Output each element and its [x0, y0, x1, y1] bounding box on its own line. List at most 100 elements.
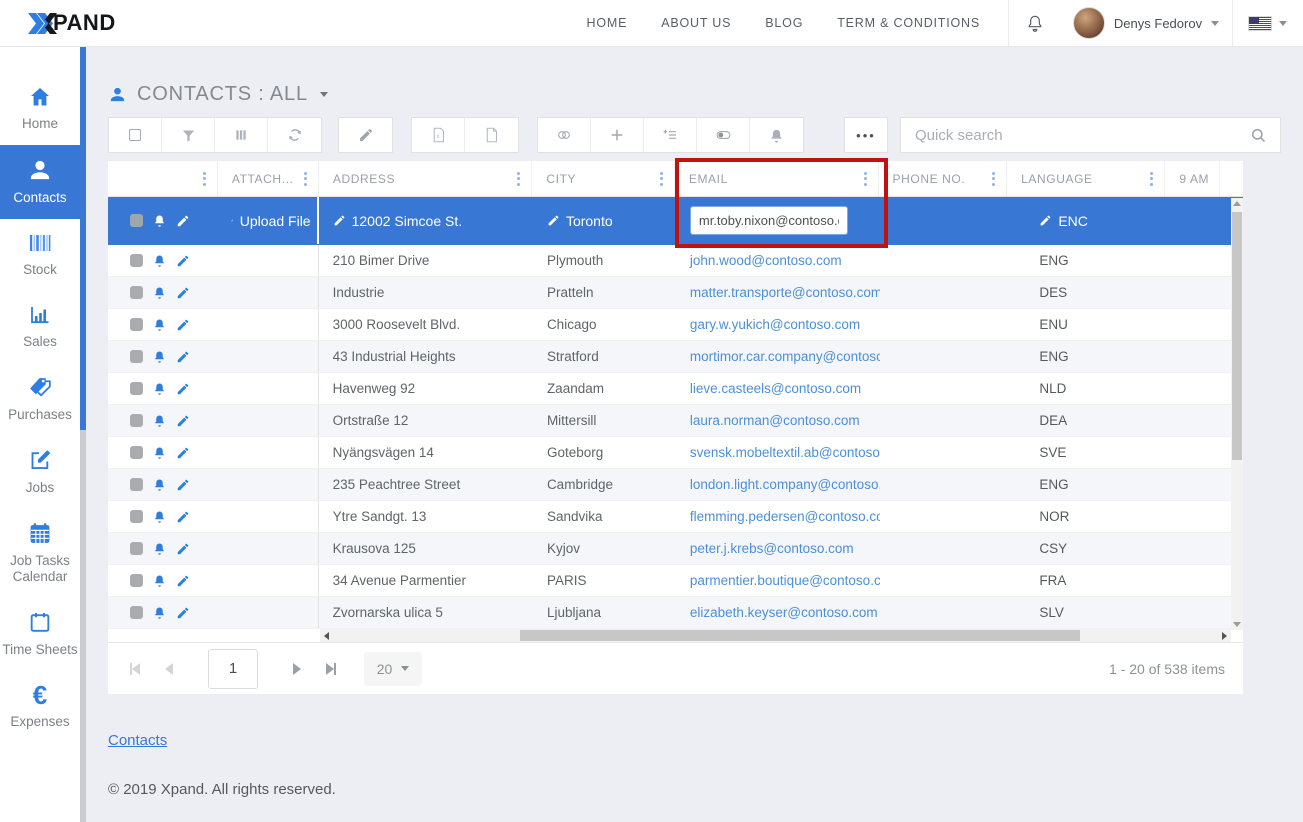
edit-icon[interactable] — [176, 350, 190, 364]
search-input[interactable] — [915, 127, 1249, 144]
refresh-button[interactable] — [268, 118, 321, 152]
first-page-button[interactable] — [118, 652, 152, 686]
email-link[interactable]: lieve.casteels@contoso.com — [690, 381, 861, 396]
table-row[interactable]: Krausova 125 Kyjov peter.j.krebs@contoso… — [108, 533, 1243, 565]
column-header-phone[interactable]: PHONE NO. — [878, 161, 1007, 196]
email-edit-input[interactable] — [690, 206, 848, 235]
row-checkbox[interactable] — [130, 414, 143, 427]
email-link[interactable]: parmentier.boutique@contoso.com — [690, 573, 880, 588]
sidebar-item-sales[interactable]: Sales — [0, 291, 80, 363]
email-link[interactable]: mortimor.car.company@contoso.com — [690, 349, 880, 364]
page-size-dropdown[interactable]: 20 — [364, 652, 422, 686]
sidebar-item-job-tasks-calendar[interactable]: Job Tasks Calendar — [0, 509, 80, 598]
edit-button[interactable] — [339, 118, 392, 152]
edit-icon[interactable] — [176, 318, 190, 332]
email-link[interactable]: matter.transporte@contoso.com — [690, 285, 880, 300]
table-row[interactable]: Ytre Sandgt. 13 Sandvika flemming.peders… — [108, 501, 1243, 533]
table-row[interactable]: Ortstraße 12 Mittersill laura.norman@con… — [108, 405, 1243, 437]
column-header-icons[interactable] — [108, 161, 217, 196]
email-link[interactable]: laura.norman@contoso.com — [690, 413, 860, 428]
sidebar-item-stock[interactable]: Stock — [0, 219, 80, 291]
bell-icon[interactable] — [152, 445, 167, 460]
sidebar-item-home[interactable]: Home — [0, 73, 80, 145]
table-row[interactable]: Industrie Pratteln matter.transporte@con… — [108, 277, 1243, 309]
sidebar-item-jobs[interactable]: Jobs — [0, 436, 80, 509]
bell-icon[interactable] — [152, 509, 167, 524]
row-checkbox[interactable] — [130, 350, 143, 363]
bell-icon[interactable] — [152, 477, 167, 492]
edit-icon[interactable] — [176, 542, 190, 556]
table-row[interactable]: Nyängsvägen 14 Goteborg svensk.mobeltext… — [108, 437, 1243, 469]
reminders-button[interactable] — [750, 118, 803, 152]
row-checkbox[interactable] — [130, 318, 143, 331]
edit-icon[interactable] — [176, 254, 190, 268]
edit-icon[interactable] — [176, 606, 190, 620]
table-row[interactable]: 210 Bimer Drive Plymouth john.wood@conto… — [108, 245, 1243, 277]
column-menu-icon[interactable] — [862, 168, 869, 190]
bell-icon[interactable] — [152, 541, 167, 556]
nav-blog[interactable]: BLOG — [765, 16, 803, 30]
attach-cell[interactable]: Upload File — [240, 213, 311, 229]
edit-icon[interactable] — [176, 478, 190, 492]
column-menu-icon[interactable] — [201, 168, 208, 190]
export-excel-button[interactable]: x — [412, 118, 465, 152]
horizontal-scrollbar-thumb[interactable] — [520, 630, 1080, 641]
column-menu-icon[interactable] — [658, 168, 665, 190]
email-link[interactable]: gary.w.yukich@contoso.com — [690, 317, 860, 332]
view-dropdown-caret[interactable] — [320, 92, 328, 97]
column-header-attach[interactable]: ATTACH... — [217, 161, 318, 196]
prev-page-button[interactable] — [152, 652, 186, 686]
column-menu-icon[interactable] — [1148, 168, 1155, 190]
row-checkbox[interactable] — [130, 286, 143, 299]
row-checkbox[interactable] — [130, 254, 143, 267]
bell-icon[interactable] — [152, 381, 167, 396]
notifications-button[interactable] — [1008, 0, 1060, 46]
export-pdf-button[interactable] — [465, 118, 518, 152]
row-checkbox[interactable] — [130, 574, 143, 587]
horizontal-scrollbar[interactable] — [320, 629, 1231, 642]
scroll-down-arrow[interactable] — [1233, 622, 1241, 627]
row-checkbox[interactable] — [130, 510, 143, 523]
sidebar-item-expenses[interactable]: € Expenses — [0, 671, 80, 743]
email-link[interactable]: elizabeth.keyser@contoso.com — [690, 605, 878, 620]
user-menu[interactable]: Denys Fedorov — [1060, 0, 1232, 46]
bell-icon[interactable] — [152, 349, 167, 364]
edit-icon[interactable] — [176, 286, 190, 300]
column-menu-icon[interactable] — [302, 168, 309, 190]
row-checkbox[interactable] — [130, 446, 143, 459]
search-icon[interactable] — [1249, 126, 1268, 145]
row-checkbox[interactable] — [130, 606, 143, 619]
row-checkbox[interactable] — [130, 382, 143, 395]
toggle-off-button[interactable] — [538, 118, 591, 152]
sidebar-item-purchases[interactable]: Purchases — [0, 363, 80, 436]
next-page-button[interactable] — [280, 652, 314, 686]
city-cell[interactable]: Toronto — [566, 213, 613, 229]
table-row[interactable]: 43 Industrial Heights Stratford mortimor… — [108, 341, 1243, 373]
nav-home[interactable]: HOME — [587, 16, 628, 30]
column-header-city[interactable]: CITY — [531, 161, 673, 196]
table-row[interactable]: 34 Avenue Parmentier PARIS parmentier.bo… — [108, 565, 1243, 597]
row-checkbox[interactable] — [130, 478, 143, 491]
edit-icon[interactable] — [176, 574, 190, 588]
nav-terms[interactable]: TERM & CONDITIONS — [837, 16, 980, 30]
table-row-selected[interactable]: Upload File 12002 Simcoe St. Toronto ENC — [108, 197, 1243, 245]
email-link[interactable]: flemming.pedersen@contoso.com — [690, 509, 880, 524]
table-row[interactable]: 235 Peachtree Street Cambridge london.li… — [108, 469, 1243, 501]
row-checkbox[interactable] — [130, 214, 143, 227]
bell-icon[interactable] — [152, 573, 167, 588]
more-actions-button[interactable]: ••• — [844, 117, 888, 153]
phone-cell[interactable] — [880, 197, 1009, 244]
columns-button[interactable] — [215, 118, 268, 152]
column-header-email[interactable]: EMAIL — [674, 161, 878, 196]
footer-contacts-link[interactable]: Contacts — [108, 732, 167, 749]
language-cell[interactable]: ENC — [1058, 213, 1088, 229]
email-link[interactable]: london.light.company@contoso.com — [690, 477, 880, 492]
edit-icon[interactable] — [176, 382, 190, 396]
current-page[interactable]: 1 — [208, 649, 258, 689]
table-row[interactable]: Zvornarska ulica 5 Ljubljana elizabeth.k… — [108, 597, 1243, 629]
last-page-button[interactable] — [314, 652, 348, 686]
edit-icon[interactable] — [176, 414, 190, 428]
bell-icon[interactable] — [152, 285, 167, 300]
vertical-scrollbar[interactable] — [1231, 198, 1243, 630]
select-all-button[interactable] — [109, 118, 162, 152]
